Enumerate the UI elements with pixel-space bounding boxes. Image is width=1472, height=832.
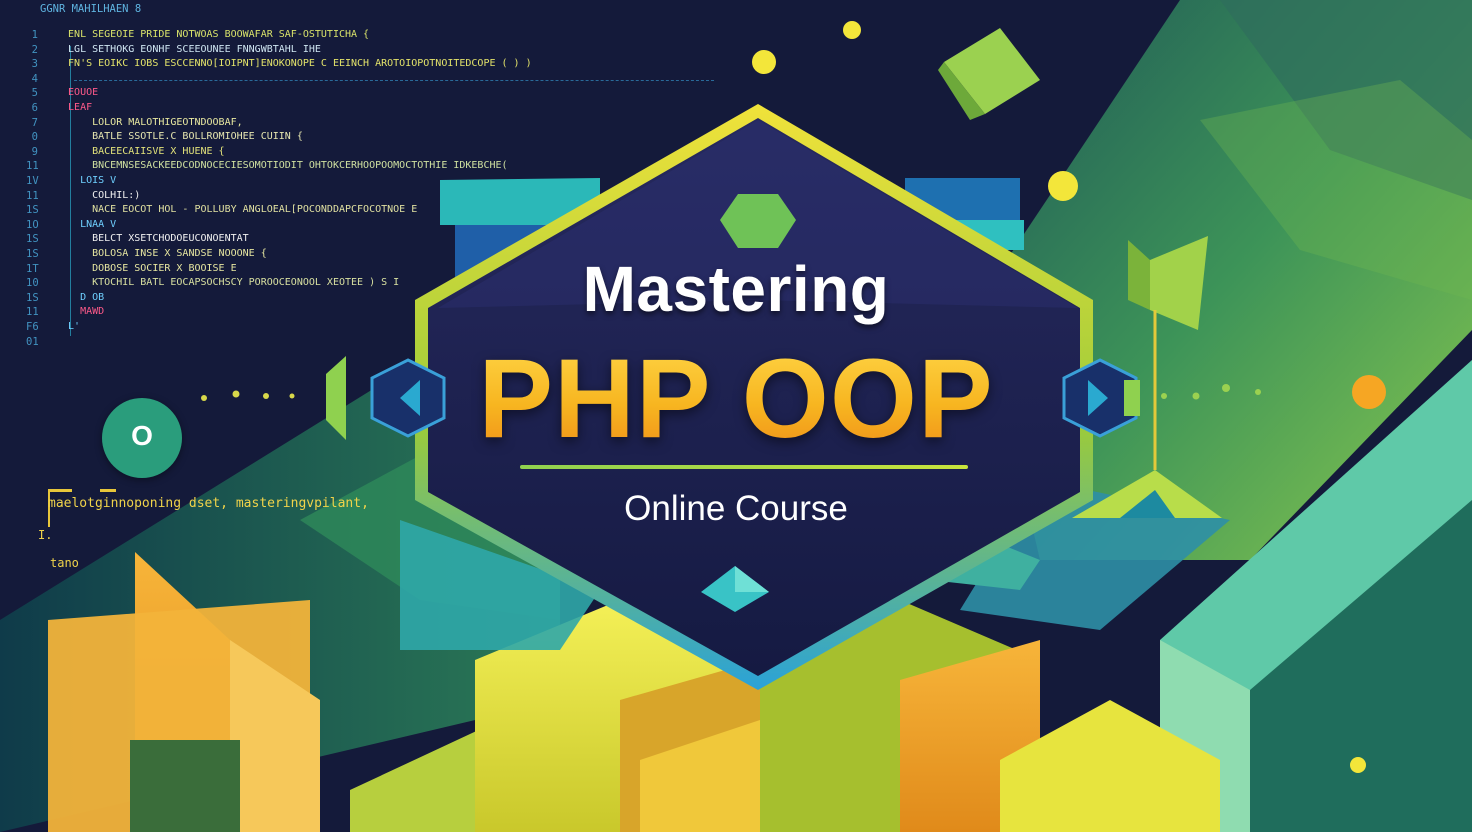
code-line-number: 1V xyxy=(26,175,39,187)
code-line-number: 3 xyxy=(31,58,38,71)
code-line: BELCT XSETCHODOEUCONOENTAT xyxy=(56,233,249,245)
code-line: LOIS V xyxy=(56,175,117,186)
code-snippet-small: tano xyxy=(50,556,79,570)
title-mastering: Mastering xyxy=(582,253,890,325)
title-divider xyxy=(520,465,968,469)
code-line: BATLE SSOTLE.C BOLLROMIOHEE CUIIN { xyxy=(56,131,303,143)
code-line-number: 0 xyxy=(31,131,38,144)
code-line: FN'S EOIKC IOBS ESCCENNO[IOIPNT]ENOKONOP… xyxy=(56,58,532,70)
code-line-number: 9 xyxy=(31,145,38,158)
code-line: NACE EOCOT HOL - POLLUBY ANGLOEAL[POCOND… xyxy=(56,204,418,216)
code-line: LOLOR MALOTHIGEOTNDOOBAF, xyxy=(56,116,243,128)
code-line: BACEECAIISVE X HUENE { xyxy=(56,145,225,157)
code-line: LNAA V xyxy=(56,218,117,230)
code-line: LGL SETHOKG EONHF SCEEOUNEE FNNGWBTAHL I… xyxy=(56,43,321,55)
subtitle-online-course: Online Course xyxy=(624,489,848,528)
code-line: ENL SEGEOIE PRIDE NOTWOAS BOOWAFAR SAF-O… xyxy=(56,29,370,40)
code-line-number: 11 xyxy=(26,160,39,173)
code-line-number: 1 xyxy=(31,29,38,41)
code-line-number: 4 xyxy=(31,72,38,85)
code-editor-header: GGNR MAHILHAEN 8 xyxy=(40,3,142,15)
code-line-number: 7 xyxy=(31,116,38,129)
code-line-number: 1O xyxy=(26,218,39,231)
code-line-number: 1S xyxy=(26,204,39,217)
code-line-number: 1S xyxy=(26,233,39,246)
code-line: COLHIL:) xyxy=(56,189,141,201)
code-snippet-marker: I. xyxy=(38,528,53,542)
code-line: LEAF xyxy=(56,102,93,113)
course-banner: GGNR MAHILHAEN 8 1 ENL SEGEOIE PRIDE NOT… xyxy=(0,0,1472,832)
title-php-oop: PHP OOP xyxy=(0,334,1472,463)
code-line: BNCEMNSESACKEEDCODNOCECIESOMOTIODIT OHTO… xyxy=(56,160,508,172)
code-line-number: 2 xyxy=(31,43,38,56)
code-line-number: 11 xyxy=(26,189,39,202)
code-line-number: 6 xyxy=(31,102,38,114)
code-line-number: 5 xyxy=(31,87,38,100)
code-line: EOUOE xyxy=(56,87,99,99)
